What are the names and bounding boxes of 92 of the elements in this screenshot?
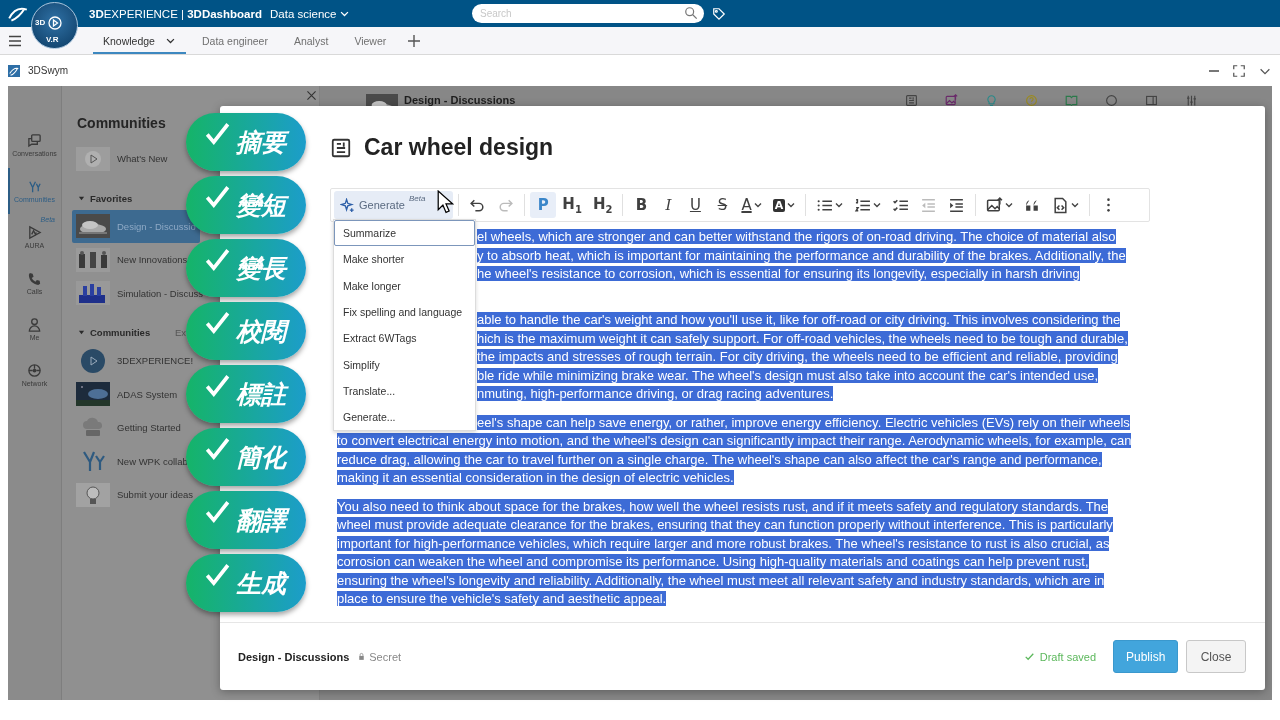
section-header[interactable]: Favorites: [78, 192, 133, 204]
search-icon: [684, 6, 698, 20]
pointer-icon: [437, 190, 454, 215]
section-header[interactable]: Communities: [78, 327, 151, 338]
community-item[interactable]: What's New: [72, 142, 172, 176]
close-icon: [305, 89, 318, 102]
panel-title: Communities: [77, 114, 167, 132]
tab[interactable]: Knowledge: [93, 27, 186, 54]
community-name: ADAS System: [117, 388, 178, 400]
person-icon: [27, 317, 42, 332]
lock-icon: [357, 652, 367, 661]
community-name: Submit your ideas: [117, 489, 194, 501]
tab[interactable]: Analyst: [283, 27, 339, 54]
check-icon: [204, 247, 230, 273]
check-icon: [204, 310, 230, 336]
check-icon: [204, 436, 230, 462]
document-icon: [330, 136, 352, 159]
font-color-button[interactable]: A: [736, 192, 767, 218]
community-item[interactable]: ADAS System: [72, 377, 182, 411]
app-logo-icon: [8, 64, 20, 77]
community-name: Design - Discussio: [117, 220, 196, 232]
paragraph: to convert electrical energy into motion, and the wheel's design can significantly impact their range. Aerodynamic wheels, for example, can reduce drag, allowing the car to travel further on a single charge. The wheel's shape can also affect the car's range and performance, making it an essential consideration in the design of electric vehicles.: [337, 432, 1133, 487]
check-icon: [1023, 651, 1035, 662]
tab[interactable]: Viewer: [344, 27, 397, 54]
community-name: Simulation - Discuss: [117, 287, 204, 299]
paragraph-button[interactable]: P: [530, 192, 557, 218]
community-name: Design - Discussions: [238, 650, 350, 663]
check-icon: [204, 499, 230, 525]
community-item[interactable]: New WPK collab: [72, 444, 192, 478]
collapse-icon: [78, 194, 85, 202]
play-icon: [47, 15, 63, 31]
play-icon: [76, 146, 110, 171]
community-name: Getting Started: [117, 422, 181, 434]
post-title: Car wheel design: [364, 134, 554, 161]
community-title: Design - Discussions: [404, 94, 516, 106]
book-icon: [1065, 94, 1078, 107]
check-icon: [204, 121, 230, 147]
publish-button[interactable]: Publish: [1113, 640, 1178, 673]
tag-icon: [712, 6, 726, 21]
check-icon: [204, 373, 230, 399]
bold-button[interactable]: B: [628, 192, 655, 218]
question-icon: [1025, 94, 1038, 107]
plus-icon: [406, 32, 423, 49]
community-name: New Innovations: [117, 254, 188, 266]
tab[interactable]: Data engineer: [191, 27, 278, 54]
paragraph: You also need to think about space for the brakes, how well the wheel resists rust, and if it meets safety and regulatory standards. The wheel must provide adequate clearance for the brakes, ensuring that they can function properly without interference. This is particularly important for high-performance vehicles, which require larger and more robust brakes. The wheel's resistance to rust is also crucial, as corrosion can weaken the wheel and compromise its performance. Using high-quality materials and coatings can help prevent rust, ensuring the wheel's longevity and reliability. Additionally, the wheel must meet all relevant safety and industry standards, which are in place to ensure the vehicle's safety and aesthetic appeal.: [337, 497, 1114, 608]
document-icon: [905, 94, 918, 107]
menu-item[interactable]: Extract 6WTags: [334, 325, 475, 352]
community-item[interactable]: Submit your ideas: [72, 478, 198, 512]
circle-icon: [1105, 94, 1118, 107]
minimize-icon: [1208, 69, 1220, 72]
close-button[interactable]: Close: [1186, 640, 1246, 673]
menu-item[interactable]: Fix spelling and language: [334, 298, 475, 326]
status-text: Draft saved: [1039, 650, 1096, 663]
maximize-icon: [1232, 63, 1246, 78]
sliders-icon: [1185, 94, 1198, 107]
menu-item[interactable]: Make shorter: [334, 246, 475, 273]
highlight-button[interactable]: A: [767, 192, 801, 218]
collapse-icon: [78, 329, 85, 336]
community-name: New WPK collab: [117, 455, 188, 467]
close-button[interactable]: [305, 89, 318, 102]
phone-icon: [27, 271, 42, 286]
menu-item[interactable]: Simplify: [334, 351, 475, 378]
feature-label: 變長: [236, 252, 286, 285]
community-name: What's New: [117, 153, 168, 165]
dashboard-dropdown[interactable]: Data science: [270, 7, 351, 20]
bulb-icon: [985, 94, 998, 107]
image-icon: [945, 94, 958, 107]
check-icon: [204, 184, 230, 210]
community-item[interactable]: New Innovations: [72, 243, 192, 277]
menu-item[interactable]: Generate...: [334, 404, 475, 431]
maximize-button[interactable]: [1232, 63, 1246, 78]
chat-icon: [27, 133, 42, 148]
community-item[interactable]: 3DEXPERIENCE!: [72, 344, 198, 378]
heading-button[interactable]: H$_{1}$: [557, 192, 587, 218]
strikethrough-button[interactable]: S: [709, 192, 736, 218]
check-icon: [204, 562, 230, 588]
play-icon: [27, 225, 42, 240]
menu-item[interactable]: Summarize: [334, 220, 475, 247]
menu-item[interactable]: Translate...: [334, 377, 475, 405]
feature-label: 簡化: [236, 441, 286, 474]
community-name: 3DEXPERIENCE!: [117, 355, 194, 367]
widget-title: 3DSwym: [28, 65, 68, 76]
underline-button[interactable]: U: [682, 192, 709, 218]
product-title: 3DEXPERIENCE | 3DDashboard: [89, 7, 262, 20]
heading-button[interactable]: H$_{2}$: [587, 192, 618, 218]
community-icon: [27, 179, 42, 194]
community-item[interactable]: Getting Started: [72, 411, 185, 445]
menu-item[interactable]: Make longer: [334, 272, 475, 299]
italic-button[interactable]: I: [655, 192, 682, 218]
privacy-label: Secret: [369, 650, 402, 663]
panel-icon: [1145, 94, 1158, 107]
